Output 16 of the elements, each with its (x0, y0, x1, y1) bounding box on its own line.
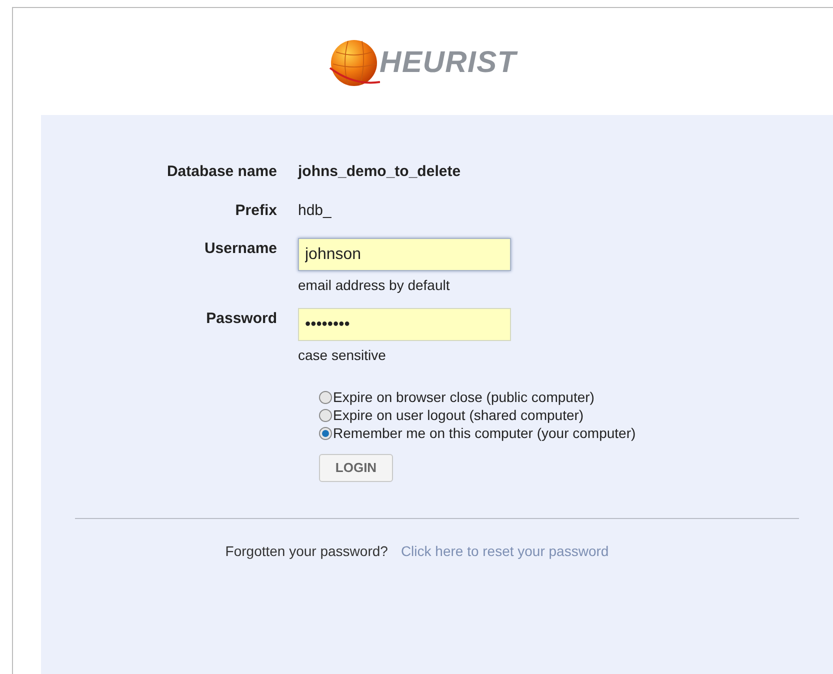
forgot-password-text: Forgotten your password? (225, 542, 388, 561)
field-label: Database name (166, 163, 277, 180)
field-hint: case sensitive (298, 346, 387, 365)
input-field[interactable]: •••••••• (298, 308, 511, 341)
session-radio[interactable]: Expire on browser close (public computer) (319, 388, 594, 406)
field-label: Password (206, 310, 277, 327)
field-label: Prefix (235, 202, 277, 218)
field-value: johns_demo_to_delete (298, 162, 461, 182)
globe-logo-icon (328, 38, 380, 88)
logo-text: HEURIST (380, 45, 516, 81)
field-hint: email address by default (298, 276, 451, 295)
session-radio[interactable]: Remember me on this computer (your computer) (319, 424, 636, 442)
field-value: hdb_ (298, 200, 332, 220)
field-label: Username (204, 240, 277, 257)
session-radio[interactable]: Expire on user logout (shared computer) (319, 406, 584, 424)
login-button[interactable]: LOGIN (319, 454, 393, 482)
